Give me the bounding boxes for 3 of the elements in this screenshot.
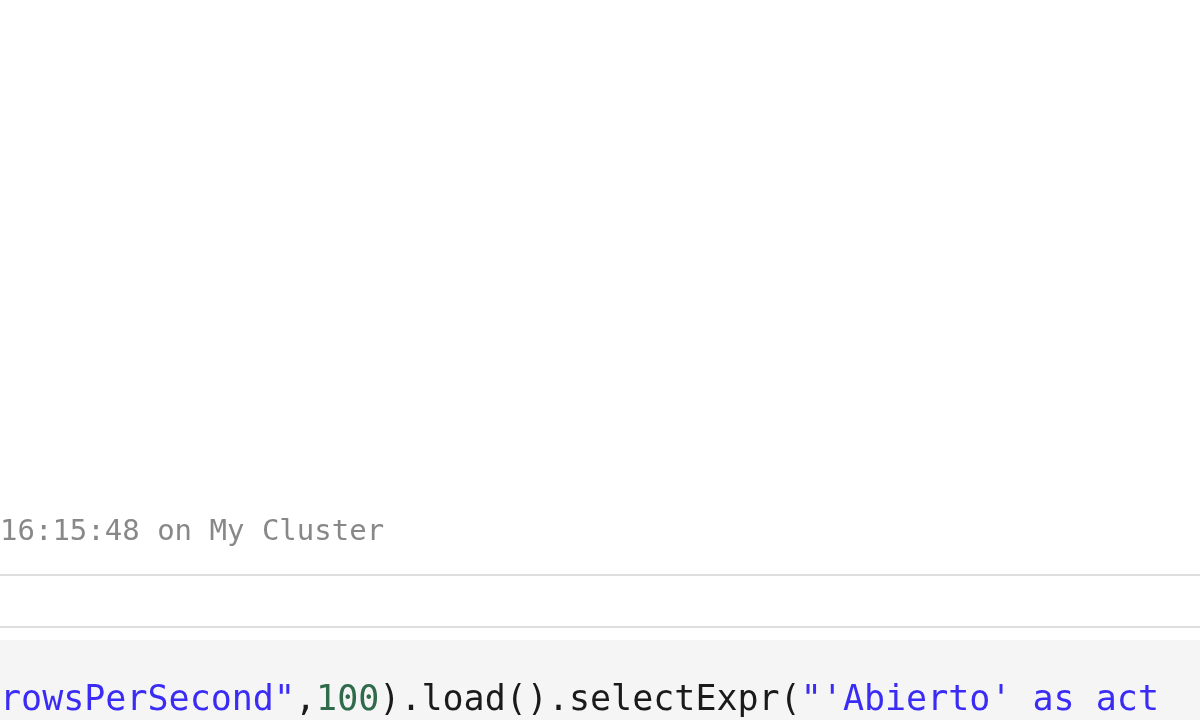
cell-status-text: 16:15:48 on My Cluster (0, 512, 385, 549)
code-cell[interactable]: rowsPerSecond",100).load().selectExpr("'Abierto' as act (0, 640, 1200, 720)
code-line: rowsPerSecond",100).load().selectExpr("'Abierto' as act (0, 677, 1159, 720)
